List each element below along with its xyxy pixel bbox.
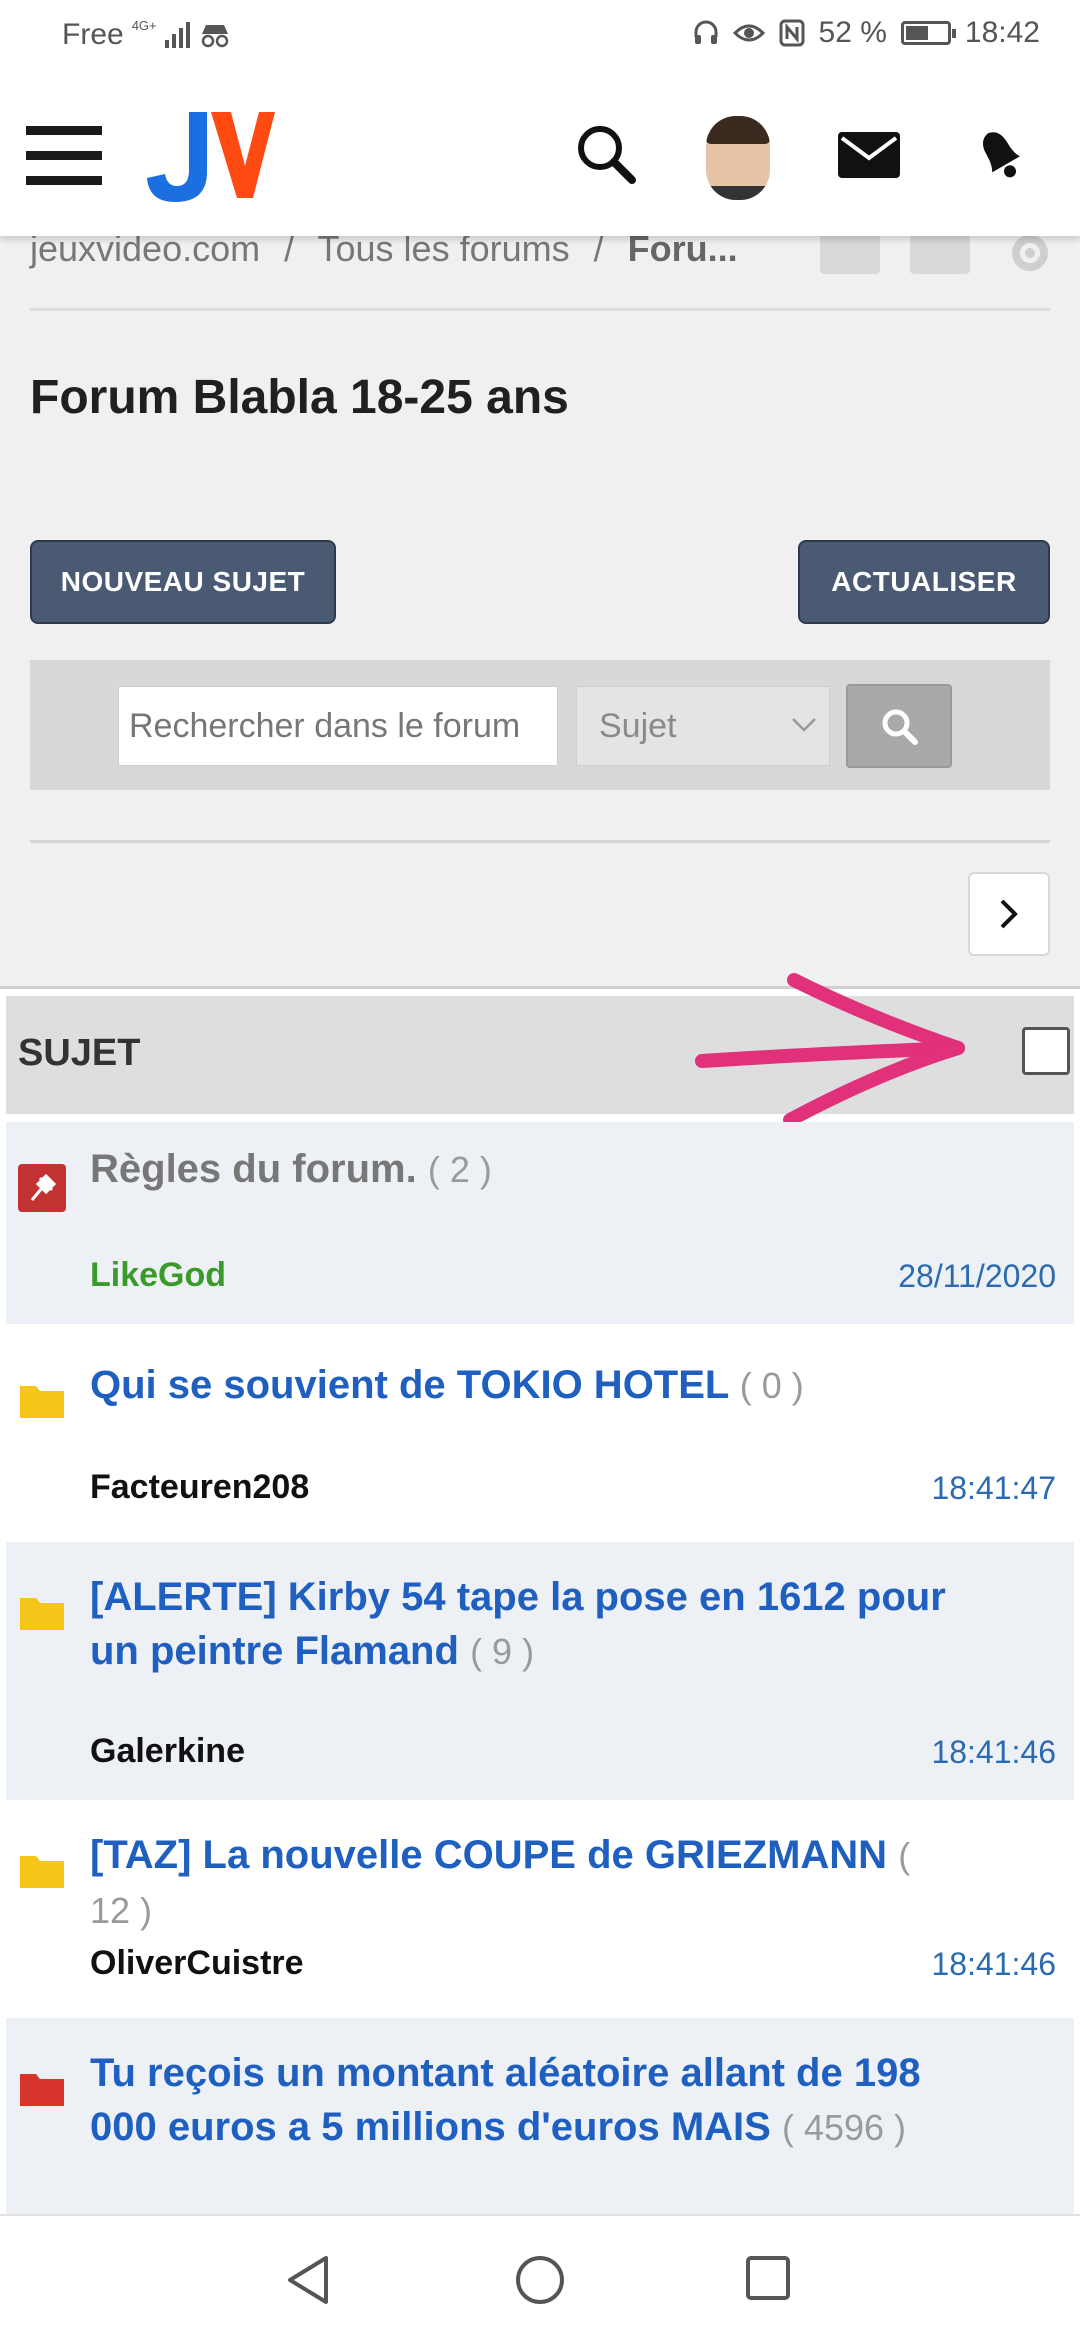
topic-title[interactable]: Règles du forum. ( 2 ): [90, 1142, 954, 1197]
list-item[interactable]: Tu reçois un montant aléatoire allant de…: [6, 2018, 1074, 2214]
folder-icon: [20, 1856, 64, 1888]
network-type: 4G+: [131, 17, 157, 33]
status-bar: Free 4G+ 52 % 18:42: [0, 0, 1080, 72]
topic-author[interactable]: OliverCuistre: [90, 1944, 304, 1983]
incognito-icon: [201, 25, 228, 48]
pinned-icon: [18, 1164, 66, 1212]
folder-hot-icon: [20, 2074, 64, 2106]
topic-author[interactable]: LikeGod: [90, 1256, 226, 1295]
list-item[interactable]: Qui se souvient de TOKIO HOTEL ( 0 ) Fac…: [6, 1324, 1074, 1542]
page-title: Forum Blabla 18-25 ans: [30, 371, 569, 424]
bell-icon[interactable]: [970, 122, 1030, 186]
avatar[interactable]: [706, 116, 770, 200]
reply-count: ( 0 ): [739, 1365, 804, 1406]
folder-icon: [20, 1386, 64, 1418]
search-icon[interactable]: [574, 122, 638, 186]
headset-icon: [694, 20, 718, 44]
column-header-topic: SUJET: [18, 1032, 141, 1074]
jv-logo[interactable]: [145, 108, 275, 204]
mail-icon[interactable]: [836, 130, 902, 180]
reply-count: ( 9 ): [470, 1631, 535, 1672]
refresh-button[interactable]: ACTUALISER: [798, 540, 1050, 624]
search-submit-button[interactable]: [846, 684, 952, 768]
forum-search-bar: Rechercher dans le forum Sujet: [30, 660, 1050, 790]
annotation-arrow: [695, 973, 965, 1127]
home-icon[interactable]: [514, 2254, 566, 2306]
gear-icon[interactable]: [1000, 232, 1060, 274]
divider: [30, 840, 1050, 843]
battery-icon: [900, 21, 956, 45]
system-nav-bar: [0, 2214, 1080, 2340]
topic-title[interactable]: [TAZ] La nouvelle COUPE de GRIEZMANN ( 1…: [90, 1828, 954, 1938]
clock: 18:42: [964, 16, 1040, 49]
topic-author[interactable]: Facteuren208: [90, 1468, 309, 1507]
star-icon[interactable]: [820, 232, 880, 274]
app-header: [0, 72, 1080, 236]
topic-date[interactable]: 18:41:47: [931, 1470, 1056, 1507]
battery-percent: 52 %: [818, 16, 887, 49]
signal-icon: [164, 22, 190, 48]
eye-icon: [732, 24, 765, 42]
search-filter-value: Sujet: [599, 706, 677, 745]
nfc-icon: [779, 19, 805, 47]
topic-title[interactable]: Tu reçois un montant aléatoire allant de…: [90, 2046, 954, 2155]
topic-title[interactable]: [ALERTE] Kirby 54 tape la pose en 1612 p…: [90, 1570, 954, 1679]
topic-author[interactable]: Galerkine: [90, 1732, 245, 1771]
topic-date[interactable]: 28/11/2020: [898, 1258, 1056, 1295]
select-all-checkbox[interactable]: [1022, 1027, 1070, 1075]
topic-date[interactable]: 18:41:46: [931, 1946, 1056, 1983]
reply-count: ( 4596 ): [781, 2107, 907, 2148]
breadcrumb-divider: [30, 308, 1050, 311]
list-item[interactable]: [TAZ] La nouvelle COUPE de GRIEZMANN ( 1…: [6, 1800, 1074, 2018]
list-item[interactable]: [ALERTE] Kirby 54 tape la pose en 1612 p…: [6, 1542, 1074, 1800]
search-input[interactable]: Rechercher dans le forum: [118, 686, 558, 766]
back-icon[interactable]: [284, 2254, 332, 2306]
topic-date[interactable]: 18:41:46: [931, 1734, 1056, 1771]
status-left: Free 4G+: [62, 18, 232, 52]
forum-actions: [820, 232, 1060, 274]
next-page-button[interactable]: [968, 872, 1050, 956]
new-topic-button[interactable]: NOUVEAU SUJET: [30, 540, 336, 624]
phone-icon[interactable]: [910, 232, 970, 274]
search-filter-select[interactable]: Sujet: [576, 686, 830, 766]
menu-icon[interactable]: [26, 126, 102, 186]
status-right: 52 % 18:42: [693, 16, 1040, 50]
breadcrumb: jeuxvideo.com / Tous les forums / Foru..…: [0, 228, 1080, 310]
recents-icon[interactable]: [744, 2254, 792, 2302]
chevron-down-icon: [792, 718, 816, 732]
reply-count: ( 2 ): [427, 1149, 492, 1190]
topic-title[interactable]: Qui se souvient de TOKIO HOTEL ( 0 ): [90, 1358, 954, 1413]
folder-icon: [20, 1598, 64, 1630]
search-icon: [882, 709, 918, 745]
chevron-right-icon: [1000, 899, 1018, 929]
carrier-name: Free: [62, 18, 124, 51]
list-item[interactable]: Règles du forum. ( 2 ) LikeGod 28/11/202…: [6, 1122, 1074, 1324]
